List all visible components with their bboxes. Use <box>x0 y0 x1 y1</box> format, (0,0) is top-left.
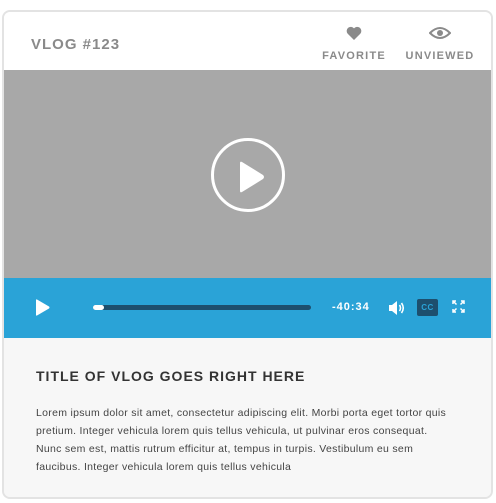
vlog-description: Lorem ipsum dolor sit amet, consectetur … <box>36 407 447 473</box>
fullscreen-button[interactable] <box>452 300 465 318</box>
video-area[interactable] <box>4 70 491 278</box>
cc-icon: CC <box>421 303 434 312</box>
player-controls: -40:34 CC <box>4 278 491 338</box>
play-button[interactable] <box>34 299 50 321</box>
eye-icon <box>428 26 452 45</box>
vlog-number: VLOG #123 <box>31 36 121 53</box>
cc-button[interactable]: CC <box>417 299 438 316</box>
progress-bar[interactable] <box>93 305 311 310</box>
big-play-button[interactable] <box>211 138 285 212</box>
fullscreen-icon <box>452 300 465 313</box>
card-header: VLOG #123 FAVORITE UNVIEWED <box>4 12 491 70</box>
heart-icon <box>346 26 362 45</box>
volume-icon <box>389 301 405 315</box>
vlog-title: TITLE OF VLOG GOES RIGHT HERE <box>36 368 306 384</box>
time-remaining: -40:34 <box>332 301 370 313</box>
unviewed-label: UNVIEWED <box>405 50 475 62</box>
progress-fill <box>93 305 104 310</box>
vlog-details: TITLE OF VLOG GOES RIGHT HERE Lorem ipsu… <box>4 338 491 497</box>
volume-button[interactable] <box>388 300 406 321</box>
unviewed-button[interactable]: UNVIEWED <box>405 26 475 62</box>
vlog-card: VLOG #123 FAVORITE UNVIEWED -40:34 CC TI… <box>2 10 493 499</box>
favorite-label: FAVORITE <box>322 50 386 62</box>
play-icon <box>240 161 264 193</box>
favorite-button[interactable]: FAVORITE <box>322 26 386 62</box>
play-icon <box>36 299 50 316</box>
